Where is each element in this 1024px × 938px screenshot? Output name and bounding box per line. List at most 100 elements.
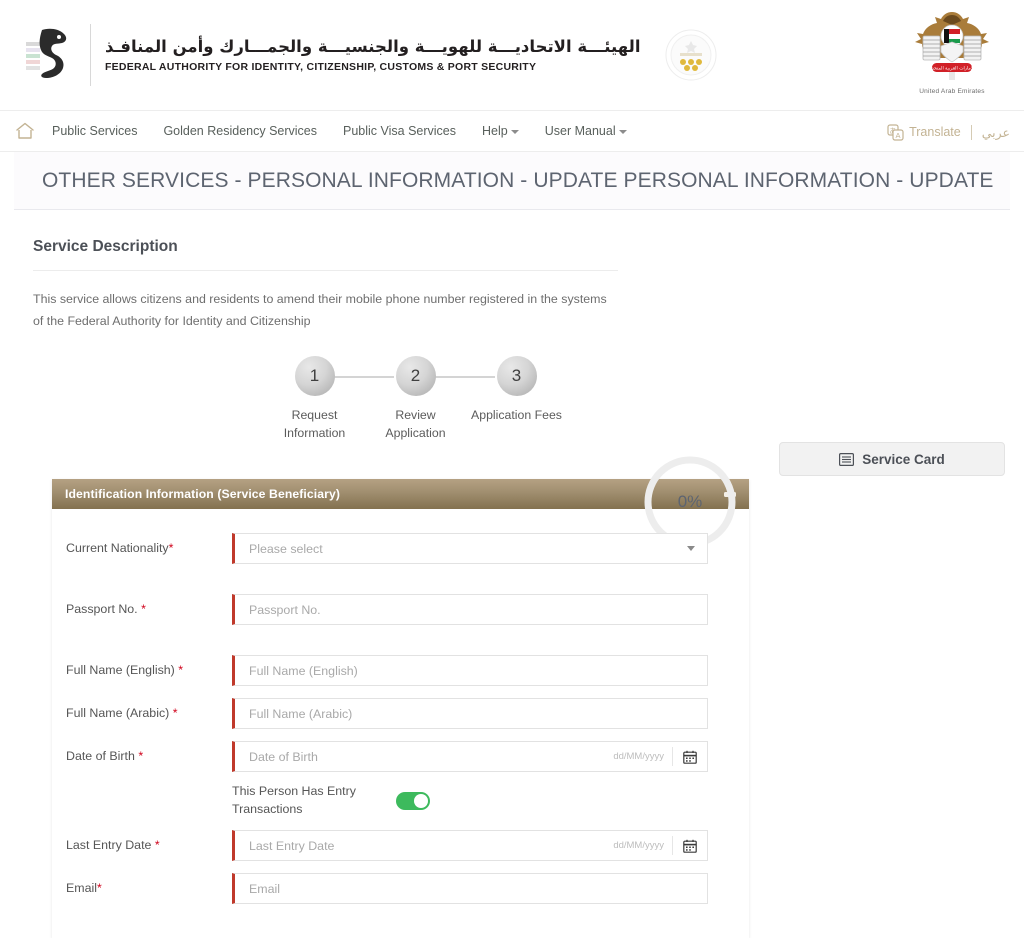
nav-item-label: Public Visa Services bbox=[343, 124, 457, 138]
brand-name-arabic: الهيئـــة الاتحاديـــة للهويـــة والجنسي… bbox=[105, 36, 641, 56]
step-label: Application Fees bbox=[471, 408, 562, 423]
falcon-logo-icon bbox=[26, 28, 67, 78]
input-placeholder: Email bbox=[249, 881, 280, 896]
full-name-english-input[interactable]: Full Name (English) bbox=[232, 655, 708, 687]
nav-item-user-manual[interactable]: User Manual bbox=[545, 124, 627, 138]
field-label-text: Last Entry Date bbox=[66, 837, 152, 852]
step-number: 1 bbox=[294, 356, 335, 397]
nav-item-public-services[interactable]: Public Services bbox=[52, 124, 137, 138]
service-description-block: Service Description This service allows … bbox=[14, 210, 618, 332]
service-card-label: Service Card bbox=[862, 451, 945, 467]
panel-title: Identification Information (Service Bene… bbox=[65, 487, 341, 502]
logo-divider bbox=[90, 24, 91, 86]
full-name-arabic-input[interactable]: Full Name (Arabic) bbox=[232, 698, 708, 730]
step-number: 3 bbox=[496, 356, 537, 397]
date-format-hint: dd/MM/yyyy bbox=[613, 751, 664, 763]
last-entry-date-label: Last Entry Date * bbox=[66, 837, 232, 854]
date-of-birth-label: Date of Birth * bbox=[66, 748, 232, 765]
translate-label: Translate bbox=[909, 125, 961, 139]
identification-information-panel: Identification Information (Service Bene… bbox=[52, 479, 749, 938]
required-asterisk: * bbox=[141, 601, 146, 616]
date-of-birth-calendar-button[interactable] bbox=[673, 742, 707, 772]
required-asterisk: * bbox=[154, 837, 160, 852]
service-card-button[interactable]: Service Card bbox=[779, 442, 1005, 476]
input-placeholder: Passport No. bbox=[249, 602, 321, 617]
svg-text:A: A bbox=[896, 131, 901, 140]
nav-divider bbox=[970, 124, 972, 140]
step-3-application-fees[interactable]: 3 Application Fees bbox=[466, 356, 567, 443]
step-label: Review Application bbox=[385, 408, 446, 441]
nav-item-golden-residency-services[interactable]: Golden Residency Services bbox=[163, 124, 317, 138]
nav-item-public-visa-services[interactable]: Public Visa Services bbox=[343, 124, 456, 138]
entry-transactions-label: This Person Has Entry Transactions bbox=[232, 784, 356, 817]
required-asterisk: * bbox=[178, 662, 184, 677]
form-row: Passport No. * Passport No. bbox=[52, 588, 749, 631]
step-label: Request Information bbox=[283, 408, 346, 441]
brand-text: الهيئـــة الاتحاديـــة للهويـــة والجنسي… bbox=[105, 37, 641, 73]
last-entry-date-calendar-button[interactable] bbox=[673, 831, 707, 861]
service-description-text: This service allows citizens and residen… bbox=[33, 292, 607, 328]
input-placeholder: Date of Birth bbox=[249, 749, 318, 764]
application-stepper: 1 Request Information 2 Review Applicati… bbox=[14, 356, 1010, 443]
uae-emblem: الإمارات العربية المتحدة United Arab Emi… bbox=[902, 6, 1002, 95]
nav-item-label: Golden Residency Services bbox=[163, 124, 317, 138]
service-card-icon bbox=[839, 452, 855, 466]
entry-transactions-toggle[interactable] bbox=[396, 792, 430, 811]
entry-transactions-toggle-row: This Person Has Entry Transactions bbox=[52, 778, 749, 824]
page-content: Service Description This service allows … bbox=[0, 210, 1024, 938]
field-label-text: Full Name (Arabic) bbox=[66, 705, 170, 720]
last-entry-date-input[interactable]: Last Entry Date dd/MM/yyyy bbox=[232, 830, 708, 862]
form-row: Last Entry Date * Last Entry Date dd/MM/… bbox=[52, 824, 749, 867]
field-label-text: Email bbox=[66, 880, 97, 895]
page-title: OTHER SERVICES - PERSONAL INFORMATION - … bbox=[42, 168, 994, 192]
translate-icon: あ A bbox=[887, 123, 904, 141]
divider bbox=[33, 270, 618, 271]
step-connector bbox=[334, 376, 394, 379]
step-number: 2 bbox=[395, 356, 436, 397]
service-description-heading: Service Description bbox=[33, 238, 178, 255]
current-nationality-label: Current Nationality* bbox=[66, 540, 232, 557]
passport-no-label: Passport No. * bbox=[66, 601, 232, 618]
required-asterisk: * bbox=[172, 705, 178, 720]
email-label: Email* bbox=[66, 880, 232, 897]
calendar-icon bbox=[683, 839, 697, 853]
input-placeholder: Full Name (English) bbox=[249, 663, 358, 678]
full-name-english-label: Full Name (English) * bbox=[66, 662, 232, 679]
step-1-request-information[interactable]: 1 Request Information bbox=[264, 356, 394, 443]
uae-emblem-icon: الإمارات العربية المتحدة bbox=[915, 12, 989, 80]
required-asterisk: * bbox=[168, 540, 174, 555]
field-label-text: Full Name (English) bbox=[66, 662, 175, 677]
arabic-language-button[interactable]: عربي bbox=[982, 125, 1010, 140]
nav-item-label: Public Services bbox=[52, 124, 138, 138]
current-nationality-select[interactable]: Please select bbox=[232, 533, 708, 565]
translate-button[interactable]: あ A Translate bbox=[887, 123, 961, 141]
nav-utilities: あ A Translate عربي bbox=[887, 111, 1010, 153]
field-label-text: Passport No. bbox=[66, 601, 138, 616]
nav-item-label: User Manual bbox=[544, 124, 616, 138]
required-asterisk: * bbox=[138, 748, 144, 763]
home-icon[interactable] bbox=[14, 120, 36, 142]
calendar-icon bbox=[683, 750, 697, 764]
date-format-hint: dd/MM/yyyy bbox=[613, 840, 664, 852]
nav-item-label: Help bbox=[482, 124, 508, 138]
date-of-birth-input[interactable]: Date of Birth dd/MM/yyyy bbox=[232, 741, 708, 773]
form-row: Email* Email bbox=[52, 867, 749, 910]
uae-emblem-caption: United Arab Emirates bbox=[919, 88, 985, 95]
gcc-emblem-icon bbox=[665, 29, 716, 81]
input-placeholder: Last Entry Date bbox=[249, 838, 335, 853]
passport-no-input[interactable]: Passport No. bbox=[232, 594, 708, 626]
form-row: Current Nationality* Please select bbox=[52, 527, 749, 570]
full-name-arabic-label: Full Name (Arabic) * bbox=[66, 705, 232, 722]
field-label-text: Current Nationality bbox=[66, 540, 169, 555]
required-asterisk: * bbox=[96, 880, 102, 895]
panel-body: Current Nationality* Please select Passp… bbox=[52, 509, 749, 938]
nav-item-help[interactable]: Help bbox=[482, 124, 519, 138]
toggle-knob bbox=[414, 794, 428, 809]
brand-header: الهيئـــة الاتحاديـــة للهويـــة والجنسي… bbox=[0, 0, 1024, 110]
step-2-review-application[interactable]: 2 Review Application bbox=[365, 356, 495, 443]
field-label-text: Date of Birth bbox=[66, 748, 135, 763]
select-value: Please select bbox=[249, 541, 323, 556]
page-title-banner: OTHER SERVICES - PERSONAL INFORMATION - … bbox=[14, 152, 1010, 210]
main-navigation: Public Services Golden Residency Service… bbox=[0, 110, 1024, 152]
email-input[interactable]: Email bbox=[232, 873, 708, 905]
